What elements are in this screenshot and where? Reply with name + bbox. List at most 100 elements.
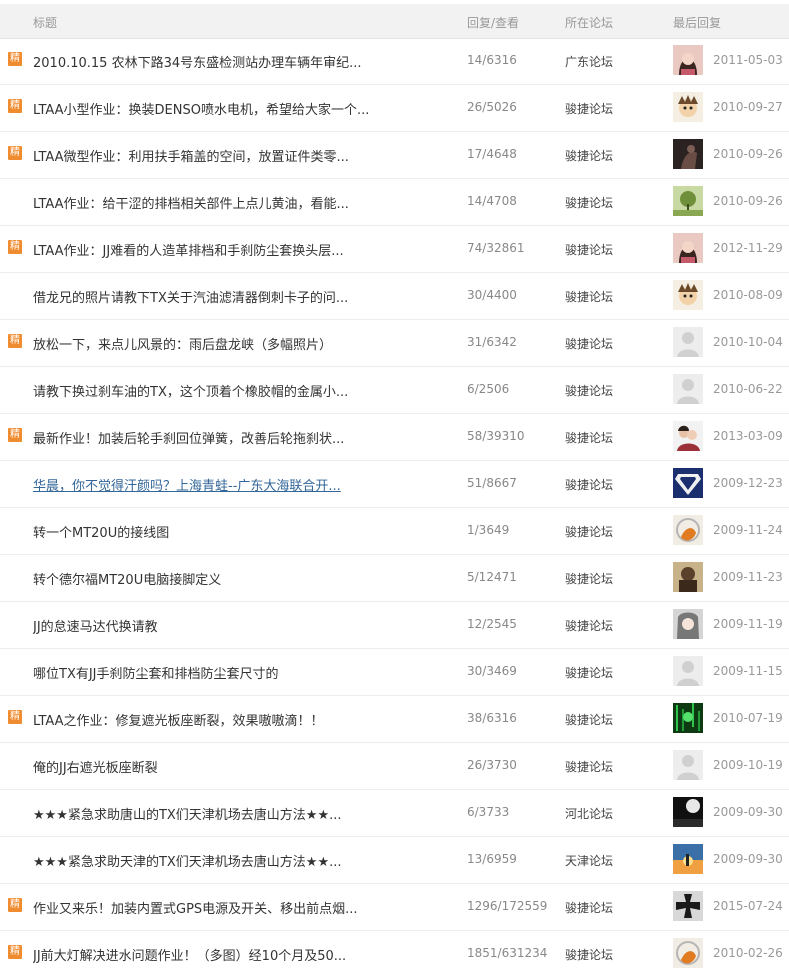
featured-badge: 精 [8,52,22,66]
user-avatar[interactable] [673,891,703,921]
thread-title-link[interactable]: 放松一下，来点儿风景的：雨后盘龙峡（多幅照片） [33,334,453,353]
forum-link[interactable]: 骏捷论坛 [565,664,613,681]
forum-link[interactable]: 骏捷论坛 [565,570,613,587]
last-reply-date: 2009-10-19 [713,758,783,772]
forum-link[interactable]: 骏捷论坛 [565,617,613,634]
forum-link[interactable]: 骏捷论坛 [565,523,613,540]
thread-title-link[interactable]: 借龙兄的照片请教下TX关于汽油滤清器倒刺卡子的问... [33,287,453,306]
forum-link[interactable]: 骏捷论坛 [565,946,613,963]
user-avatar[interactable] [673,186,703,216]
reply-view-count: 17/4648 [467,147,517,161]
thread-title-link[interactable]: 俺的JJ右遮光板座断裂 [33,757,453,776]
user-avatar[interactable] [673,468,703,498]
user-avatar[interactable] [673,280,703,310]
thread-title-link[interactable]: 请教下换过刹车油的TX，这个顶着个橡胶帽的金属小... [33,381,453,400]
reply-view-count: 51/8667 [467,476,517,490]
user-avatar[interactable] [673,609,703,639]
thread-title-link[interactable]: 华晨，你不觉得汗颜吗？上海青蛙--广东大海联合开... [33,475,453,494]
forum-link[interactable]: 河北论坛 [565,805,613,822]
reply-view-count: 26/3730 [467,758,517,772]
user-avatar[interactable] [673,656,703,686]
user-avatar[interactable] [673,139,703,169]
thread-row: 转一个MT20U的接线图 1/3649 骏捷论坛 2009-11-24 [0,508,789,555]
thread-title-link[interactable]: ★★★紧急求助唐山的TX们天津机场去唐山方法★★... [33,804,453,823]
thread-title-link[interactable]: LTAA作业：JJ难看的人造革排档和手刹防尘套换头层... [33,240,453,259]
last-reply-date: 2009-12-23 [713,476,783,490]
forum-link[interactable]: 骏捷论坛 [565,429,613,446]
forum-link[interactable]: 骏捷论坛 [565,382,613,399]
forum-link[interactable]: 骏捷论坛 [565,899,613,916]
avatar-image [673,844,703,874]
user-avatar[interactable] [673,374,703,404]
thread-title-link[interactable]: 转个德尔福MT20U电脑接脚定义 [33,569,453,588]
thread-row: ★★★紧急求助唐山的TX们天津机场去唐山方法★★... 6/3733 河北论坛 200… [0,790,789,837]
user-avatar[interactable] [673,233,703,263]
thread-title-link[interactable]: 最新作业！加装后轮手刹回位弹簧，改善后轮拖刹状... [33,428,453,447]
forum-link[interactable]: 骏捷论坛 [565,476,613,493]
thread-title-link[interactable]: ★★★紧急求助天津的TX们天津机场去唐山方法★★... [33,851,453,870]
thread-title-link[interactable]: LTAA微型作业：利用扶手箱盖的空间，放置证件类零... [33,146,453,165]
user-avatar[interactable] [673,844,703,874]
user-avatar[interactable] [673,515,703,545]
thread-title-link[interactable]: 作业又来乐！加装内置式GPS电源及开关、移出前点烟... [33,898,453,917]
forum-link[interactable]: 骏捷论坛 [565,711,613,728]
thread-row: 精 2010.10.15 农林下路34号东盛检测站办理车辆年审纪... 14/631… [0,38,789,85]
user-avatar[interactable] [673,92,703,122]
user-avatar[interactable] [673,421,703,451]
thread-title-link[interactable]: JJ的怠速马达代换请教 [33,616,453,635]
user-avatar[interactable] [673,45,703,75]
thread-title-link[interactable]: LTAA作业：给干涩的排档相关部件上点儿黄油，看能... [33,193,453,212]
thread-row: 精放松一下，来点儿风景的：雨后盘龙峡（多幅照片） 31/6342 骏捷论坛 2010-… [0,320,789,367]
forum-link[interactable]: 骏捷论坛 [565,100,613,117]
user-avatar[interactable] [673,327,703,357]
featured-badge: 精 [8,898,22,912]
thread-row: 精作业又来乐！加装内置式GPS电源及开关、移出前点烟... 1296/172559… [0,884,789,931]
thread-title-link[interactable]: JJ前大灯解决进水问题作业！（多图）经10个月及50... [33,945,453,964]
featured-badge: 精 [8,334,22,348]
forum-link[interactable]: 骏捷论坛 [565,335,613,352]
thread-row: 转个德尔福MT20U电脑接脚定义 5/12471 骏捷论坛 2009-11-23 [0,555,789,602]
thread-row: 精 LTAA之作业：修复遮光板座断裂，效果嗷嗷滴！！ 38/6316 骏捷论坛 2010… [0,696,789,743]
reply-view-count: 30/4400 [467,288,517,302]
avatar-image [673,45,703,75]
avatar-image [673,280,703,310]
avatar-image [673,609,703,639]
avatar-image [673,421,703,451]
reply-view-count: 14/6316 [467,53,517,67]
last-reply-date: 2009-09-30 [713,805,783,819]
thread-title-link[interactable]: 2010.10.15 农林下路34号东盛检测站办理车辆年审纪... [33,52,453,71]
last-reply-date: 2015-07-24 [713,899,783,913]
user-avatar[interactable] [673,938,703,968]
forum-link[interactable]: 骏捷论坛 [565,288,613,305]
avatar-image [673,562,703,592]
reply-view-count: 6/3733 [467,805,510,819]
reply-view-count: 12/2545 [467,617,517,631]
thread-title-link[interactable]: 哪位TX有JJ手刹防尘套和排档防尘套尺寸的 [33,663,453,682]
reply-view-count: 13/6959 [467,852,517,866]
forum-link[interactable]: 天津论坛 [565,852,613,869]
list-header: 标题 回复/查看 所在论坛 最后回复 [0,4,789,39]
thread-title-link[interactable]: 转一个MT20U的接线图 [33,522,453,541]
forum-link[interactable]: 骏捷论坛 [565,147,613,164]
reply-view-count: 1/3649 [467,523,510,537]
user-avatar[interactable] [673,562,703,592]
thread-title-link[interactable]: LTAA之作业：修复遮光板座断裂，效果嗷嗷滴！！ [33,710,453,729]
featured-badge: 精 [8,710,22,724]
avatar-image [673,797,703,827]
forum-link[interactable]: 骏捷论坛 [565,194,613,211]
user-avatar[interactable] [673,797,703,827]
featured-badge: 精 [8,240,22,254]
last-reply-date: 2010-09-27 [713,100,783,114]
last-reply-date: 2009-11-23 [713,570,783,584]
forum-link[interactable]: 骏捷论坛 [565,758,613,775]
forum-link[interactable]: 骏捷论坛 [565,241,613,258]
user-avatar[interactable] [673,703,703,733]
user-avatar[interactable] [673,750,703,780]
reply-view-count: 31/6342 [467,335,517,349]
reply-view-count: 1851/631234 [467,946,548,960]
last-reply-date: 2009-11-15 [713,664,783,678]
thread-title-link[interactable]: LTAA小型作业：换装DENSO喷水电机，希望给大家一个... [33,99,453,118]
forum-link[interactable]: 广东论坛 [565,53,613,70]
thread-list: 标题 回复/查看 所在论坛 最后回复 精 2010.10.15 农林下路34号东盛… [0,0,789,972]
thread-row: 精 JJ前大灯解决进水问题作业！（多图）经10个月及50... 1851/63123… [0,931,789,972]
